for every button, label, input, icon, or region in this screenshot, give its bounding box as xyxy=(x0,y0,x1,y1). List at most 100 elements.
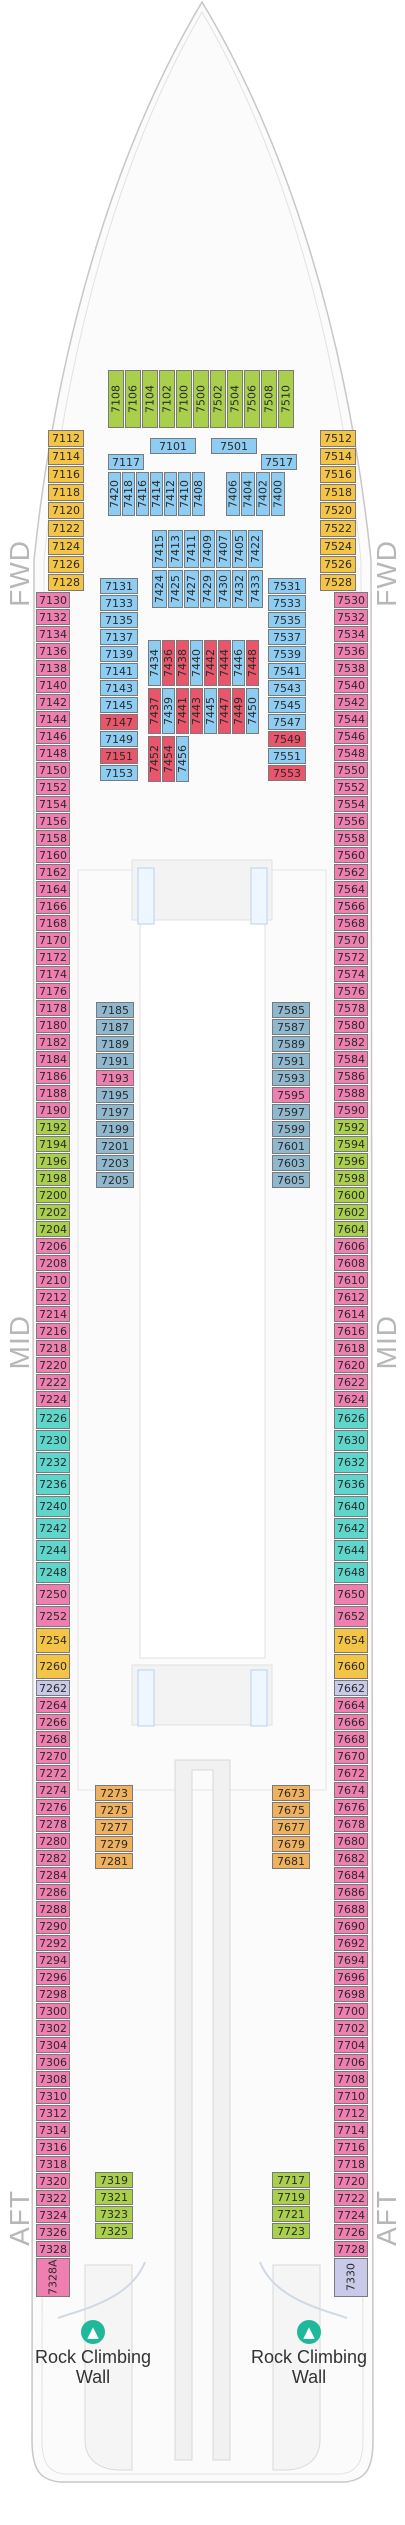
cabin-7200[interactable]: 7200 xyxy=(36,1187,70,1203)
cabin-7410[interactable]: 7410 xyxy=(178,472,191,516)
cabin-7330[interactable]: 7330 xyxy=(334,2258,368,2297)
cabin-7654[interactable]: 7654 xyxy=(334,1628,368,1653)
cabin-7324[interactable]: 7324 xyxy=(36,2207,70,2223)
cabin-7576[interactable]: 7576 xyxy=(334,983,368,999)
cabin-7728[interactable]: 7728 xyxy=(334,2241,368,2257)
cabin-7134[interactable]: 7134 xyxy=(36,626,70,642)
cabin-7670[interactable]: 7670 xyxy=(334,1748,368,1764)
cabin-7718[interactable]: 7718 xyxy=(334,2156,368,2172)
cabin-7696[interactable]: 7696 xyxy=(334,1969,368,1985)
cabin-7660[interactable]: 7660 xyxy=(334,1654,368,1679)
cabin-7406[interactable]: 7406 xyxy=(226,472,240,516)
cabin-7449[interactable]: 7449 xyxy=(232,688,245,734)
cabin-7294[interactable]: 7294 xyxy=(36,1952,70,1968)
cabin-7444[interactable]: 7444 xyxy=(218,640,231,686)
cabin-7197[interactable]: 7197 xyxy=(96,1104,134,1120)
cabin-7411[interactable]: 7411 xyxy=(184,530,199,568)
cabin-7273[interactable]: 7273 xyxy=(95,1785,133,1801)
cabin-7543[interactable]: 7543 xyxy=(268,680,306,696)
cabin-7562[interactable]: 7562 xyxy=(334,864,368,880)
cabin-7652[interactable]: 7652 xyxy=(334,1606,368,1627)
cabin-7680[interactable]: 7680 xyxy=(334,1833,368,1849)
cabin-7413[interactable]: 7413 xyxy=(168,530,183,568)
cabin-7325[interactable]: 7325 xyxy=(95,2223,133,2239)
cabin-7434[interactable]: 7434 xyxy=(148,640,161,686)
cabin-7440[interactable]: 7440 xyxy=(190,640,203,686)
cabin-7195[interactable]: 7195 xyxy=(96,1087,134,1103)
cabin-7143[interactable]: 7143 xyxy=(100,680,138,696)
cabin-7314[interactable]: 7314 xyxy=(36,2122,70,2138)
cabin-7644[interactable]: 7644 xyxy=(334,1540,368,1561)
cabin-7260[interactable]: 7260 xyxy=(36,1654,70,1679)
cabin-7587[interactable]: 7587 xyxy=(272,1019,310,1035)
cabin-7432[interactable]: 7432 xyxy=(232,570,247,608)
cabin-7264[interactable]: 7264 xyxy=(36,1697,70,1713)
cabin-7626[interactable]: 7626 xyxy=(334,1408,368,1429)
cabin-7290[interactable]: 7290 xyxy=(36,1918,70,1934)
cabin-7510[interactable]: 7510 xyxy=(278,370,294,428)
cabin-7528[interactable]: 7528 xyxy=(320,574,356,591)
cabin-7710[interactable]: 7710 xyxy=(334,2088,368,2104)
cabin-7178[interactable]: 7178 xyxy=(36,1000,70,1016)
cabin-7437[interactable]: 7437 xyxy=(148,688,161,734)
cabin-7501[interactable]: 7501 xyxy=(211,438,257,454)
cabin-7442[interactable]: 7442 xyxy=(204,640,217,686)
cabin-7222[interactable]: 7222 xyxy=(36,1374,70,1390)
cabin-7568[interactable]: 7568 xyxy=(334,915,368,931)
cabin-7591[interactable]: 7591 xyxy=(272,1053,310,1069)
cabin-7151[interactable]: 7151 xyxy=(100,748,138,764)
cabin-7191[interactable]: 7191 xyxy=(96,1053,134,1069)
cabin-7280[interactable]: 7280 xyxy=(36,1833,70,1849)
cabin-7610[interactable]: 7610 xyxy=(334,1272,368,1288)
cabin-7198[interactable]: 7198 xyxy=(36,1170,70,1186)
cabin-7306[interactable]: 7306 xyxy=(36,2054,70,2070)
cabin-7578[interactable]: 7578 xyxy=(334,1000,368,1016)
cabin-7585[interactable]: 7585 xyxy=(272,1002,310,1018)
cabin-7244[interactable]: 7244 xyxy=(36,1540,70,1561)
cabin-7636[interactable]: 7636 xyxy=(334,1474,368,1495)
cabin-7145[interactable]: 7145 xyxy=(100,697,138,713)
cabin-7192[interactable]: 7192 xyxy=(36,1119,70,1135)
cabin-7296[interactable]: 7296 xyxy=(36,1969,70,1985)
cabin-7193[interactable]: 7193 xyxy=(96,1070,134,1086)
cabin-7443[interactable]: 7443 xyxy=(190,688,203,734)
cabin-7560[interactable]: 7560 xyxy=(334,847,368,863)
cabin-7574[interactable]: 7574 xyxy=(334,966,368,982)
cabin-7162[interactable]: 7162 xyxy=(36,864,70,880)
cabin-7553[interactable]: 7553 xyxy=(268,765,306,781)
cabin-7684[interactable]: 7684 xyxy=(334,1867,368,1883)
cabin-7597[interactable]: 7597 xyxy=(272,1104,310,1120)
cabin-7552[interactable]: 7552 xyxy=(334,779,368,795)
cabin-7679[interactable]: 7679 xyxy=(272,1836,310,1852)
cabin-7120[interactable]: 7120 xyxy=(48,502,84,519)
cabin-7438[interactable]: 7438 xyxy=(176,640,189,686)
cabin-7536[interactable]: 7536 xyxy=(334,643,368,659)
cabin-7596[interactable]: 7596 xyxy=(334,1153,368,1169)
cabin-7137[interactable]: 7137 xyxy=(100,629,138,645)
cabin-7441[interactable]: 7441 xyxy=(176,688,189,734)
cabin-7586[interactable]: 7586 xyxy=(334,1068,368,1084)
cabin-7409[interactable]: 7409 xyxy=(200,530,215,568)
cabin-7588[interactable]: 7588 xyxy=(334,1085,368,1101)
cabin-7272[interactable]: 7272 xyxy=(36,1765,70,1781)
cabin-7405[interactable]: 7405 xyxy=(232,530,247,568)
cabin-7548[interactable]: 7548 xyxy=(334,745,368,761)
cabin-7580[interactable]: 7580 xyxy=(334,1017,368,1033)
cabin-7450[interactable]: 7450 xyxy=(246,688,259,734)
cabin-7242[interactable]: 7242 xyxy=(36,1518,70,1539)
cabin-7674[interactable]: 7674 xyxy=(334,1782,368,1798)
cabin-7726[interactable]: 7726 xyxy=(334,2224,368,2240)
cabin-7422[interactable]: 7422 xyxy=(248,530,263,568)
cabin-7425[interactable]: 7425 xyxy=(168,570,183,608)
cabin-7288[interactable]: 7288 xyxy=(36,1901,70,1917)
cabin-7323[interactable]: 7323 xyxy=(95,2206,133,2222)
cabin-7436[interactable]: 7436 xyxy=(162,640,175,686)
cabin-7230[interactable]: 7230 xyxy=(36,1430,70,1451)
cabin-7318[interactable]: 7318 xyxy=(36,2156,70,2172)
cabin-7130[interactable]: 7130 xyxy=(36,592,70,608)
cabin-7302[interactable]: 7302 xyxy=(36,2020,70,2036)
cabin-7416[interactable]: 7416 xyxy=(136,472,149,516)
cabin-7407[interactable]: 7407 xyxy=(216,530,231,568)
cabin-7556[interactable]: 7556 xyxy=(334,813,368,829)
cabin-7439[interactable]: 7439 xyxy=(162,688,175,734)
